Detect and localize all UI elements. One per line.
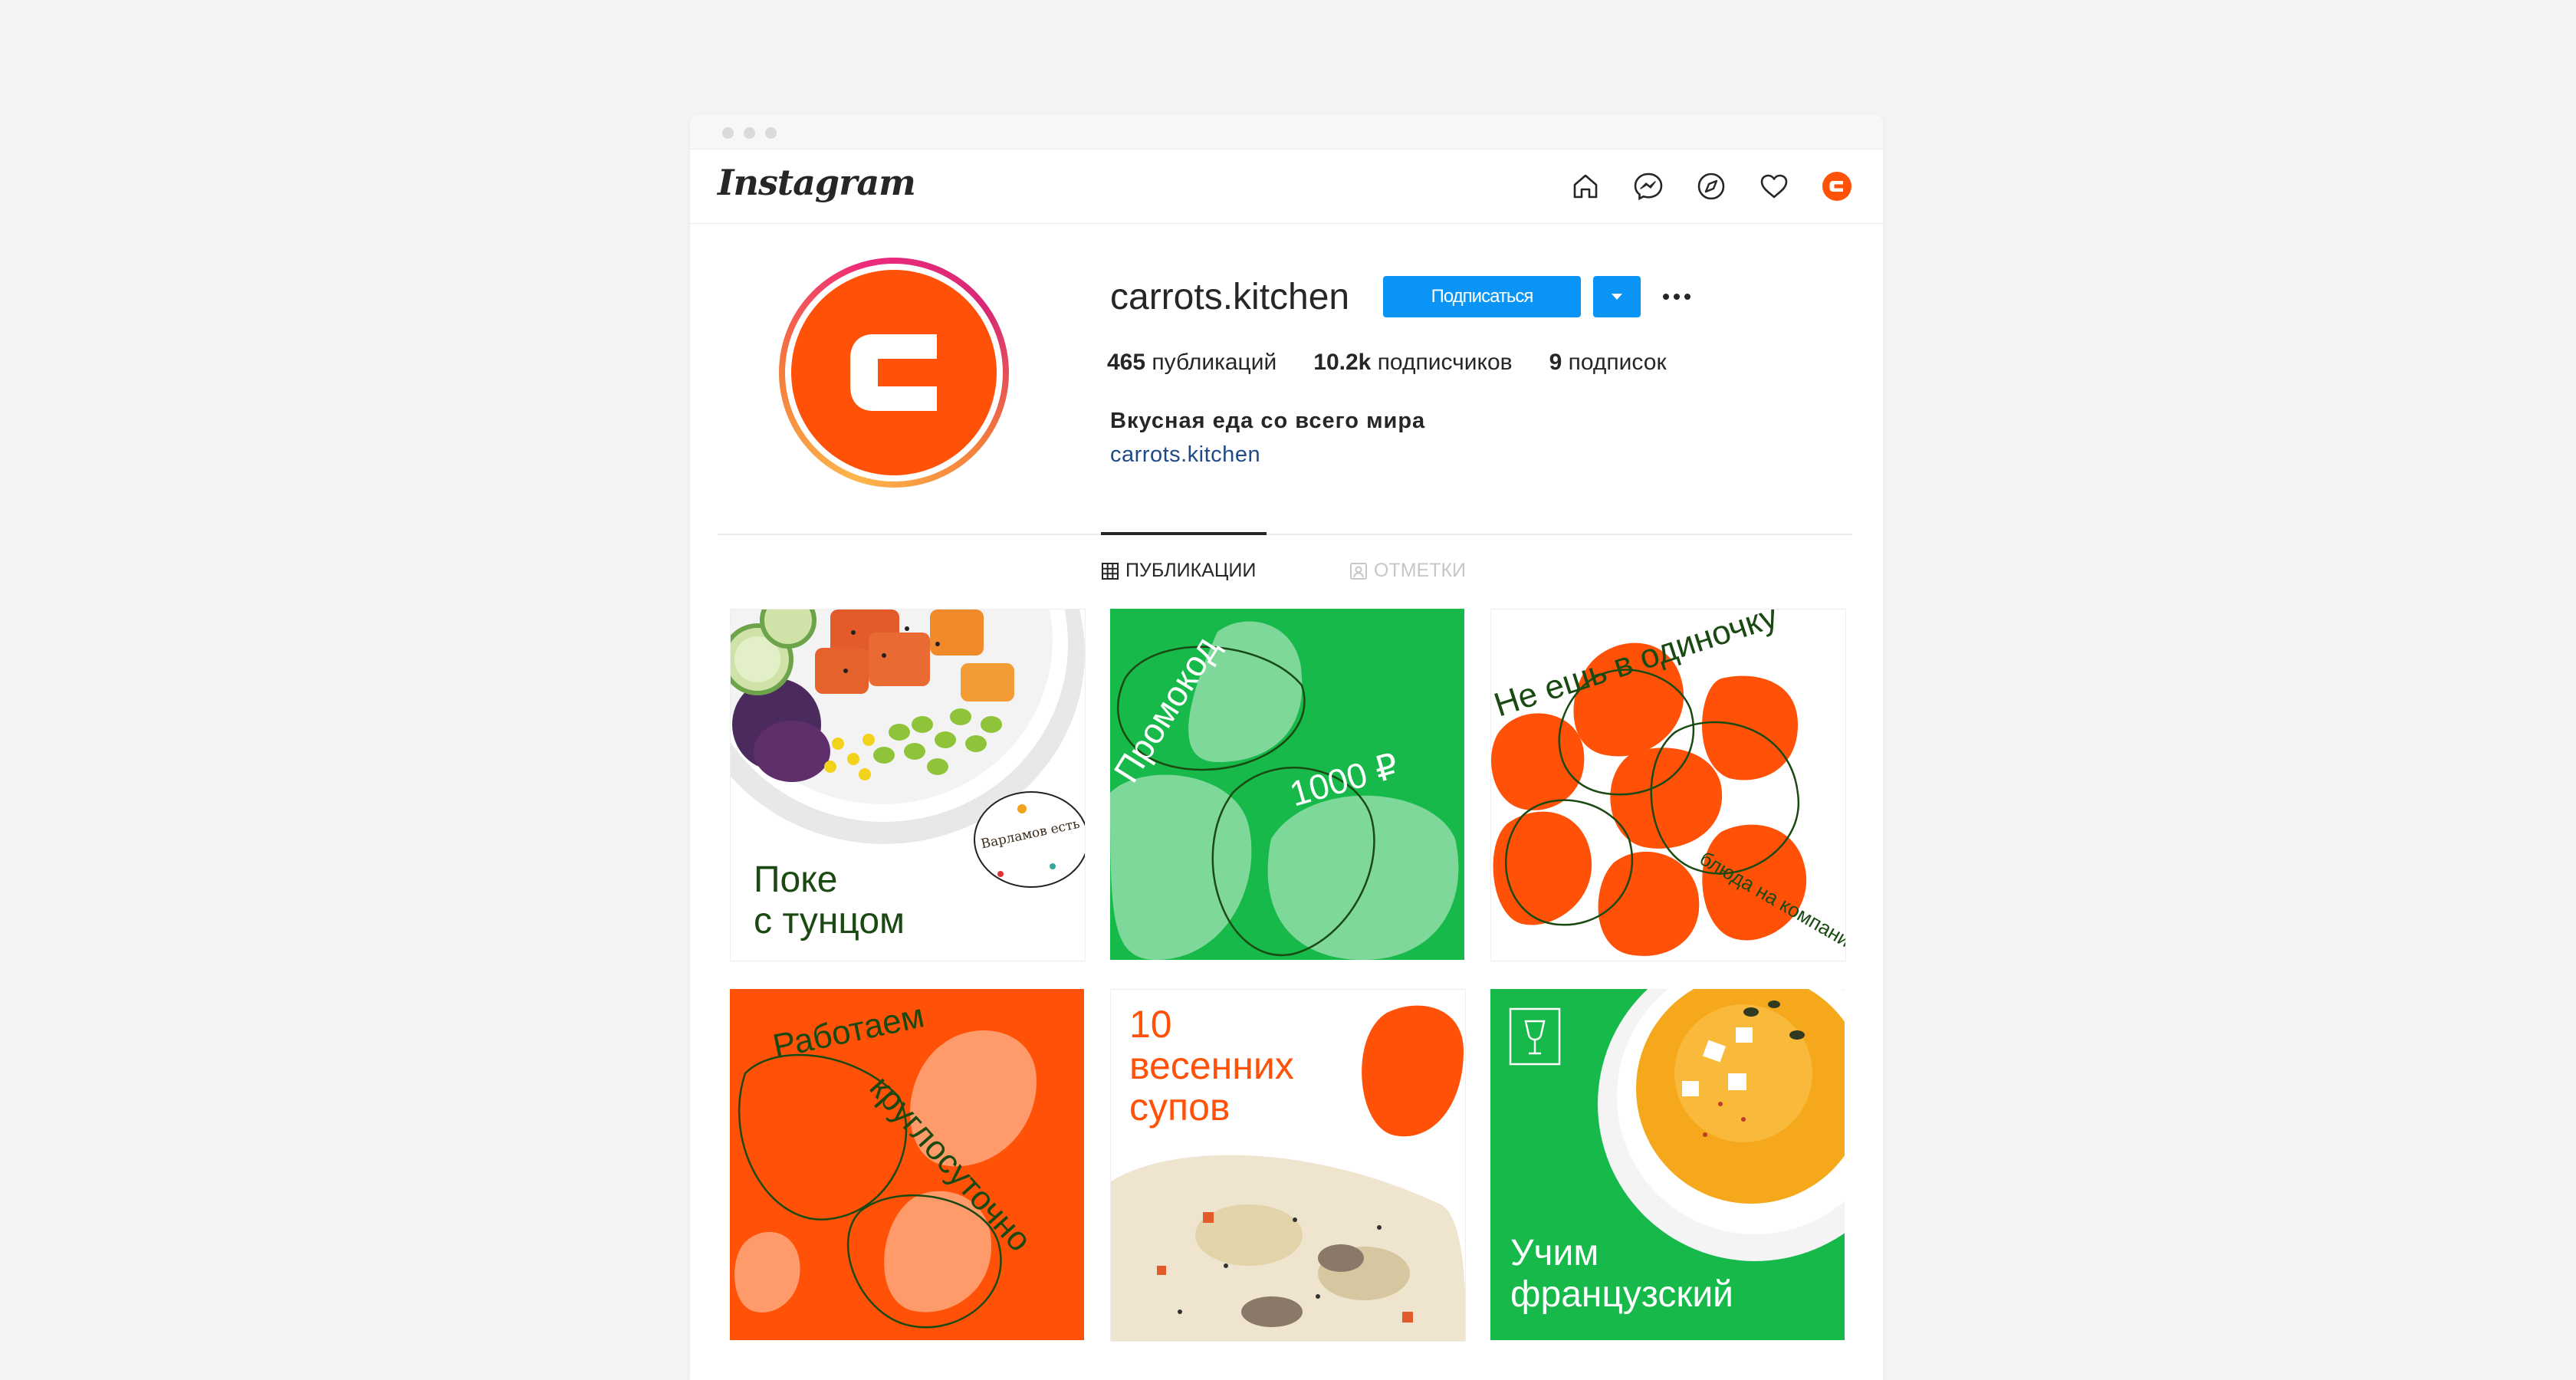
explore-icon[interactable]: [1694, 169, 1728, 203]
window-dot[interactable]: [744, 127, 755, 139]
tab-tagged[interactable]: Отметки: [1349, 560, 1466, 582]
home-icon[interactable]: [1569, 169, 1602, 203]
profile-avatar[interactable]: [779, 258, 1009, 488]
carrots-logo-icon: [791, 270, 997, 475]
heart-icon[interactable]: [1757, 169, 1791, 203]
messenger-icon[interactable]: [1631, 169, 1665, 203]
post-tile[interactable]: 10 весенних супов: [1110, 989, 1466, 1342]
follow-button-label: Подписаться: [1431, 286, 1534, 307]
hours-line1: Работаем: [770, 997, 928, 1065]
tagged-person-icon: [1350, 562, 1367, 580]
profile-avatar-icon[interactable]: [1820, 169, 1854, 203]
follow-button[interactable]: Подписаться: [1383, 276, 1581, 317]
instagram-logo[interactable]: Instagram: [718, 162, 916, 203]
profile-username: carrots.kitchen: [1110, 277, 1350, 317]
post-tile[interactable]: Работаем круглосуточно: [730, 989, 1084, 1340]
post-tile[interactable]: Не ешь в одиночку блюда на компанию: [1490, 609, 1846, 961]
post-tile[interactable]: Варламов есть Поке с тунцом: [730, 609, 1086, 961]
grid-icon: [1102, 562, 1119, 580]
more-options-icon[interactable]: [1659, 285, 1694, 308]
tab-tagged-label: Отметки: [1374, 560, 1467, 581]
post-tile[interactable]: Учим французский: [1490, 989, 1845, 1340]
share-shapes: Не ешь в одиночку блюда на компанию: [1491, 610, 1845, 959]
hours-shapes: Работаем круглосуточно: [734, 997, 1039, 1329]
nav-icons: [1569, 169, 1854, 203]
tab-publications-label: Публикации: [1125, 560, 1257, 581]
post-title: Поке с тунцом: [754, 859, 905, 941]
window-dot[interactable]: [722, 127, 734, 139]
window-titlebar: [690, 115, 1883, 150]
profile-header: carrots.kitchen Подписаться: [690, 224, 1883, 531]
top-navbar: Instagram: [690, 150, 1883, 224]
promo-shapes: Промокод 1000 ₽: [1110, 621, 1459, 960]
follow-options-dropdown[interactable]: [1593, 276, 1641, 317]
soup-title: 10 весенних супов: [1129, 1003, 1294, 1129]
post-tile[interactable]: Промокод 1000 ₽: [1110, 609, 1464, 960]
tab-publications[interactable]: Публикации: [1101, 560, 1256, 582]
profile-link[interactable]: carrots.kitchen: [1110, 442, 1260, 468]
chevron-down-icon: [1612, 294, 1622, 300]
wine-glass-icon: [1509, 1007, 1561, 1066]
french-title: Учим французский: [1510, 1233, 1733, 1315]
window-dot[interactable]: [765, 127, 777, 139]
